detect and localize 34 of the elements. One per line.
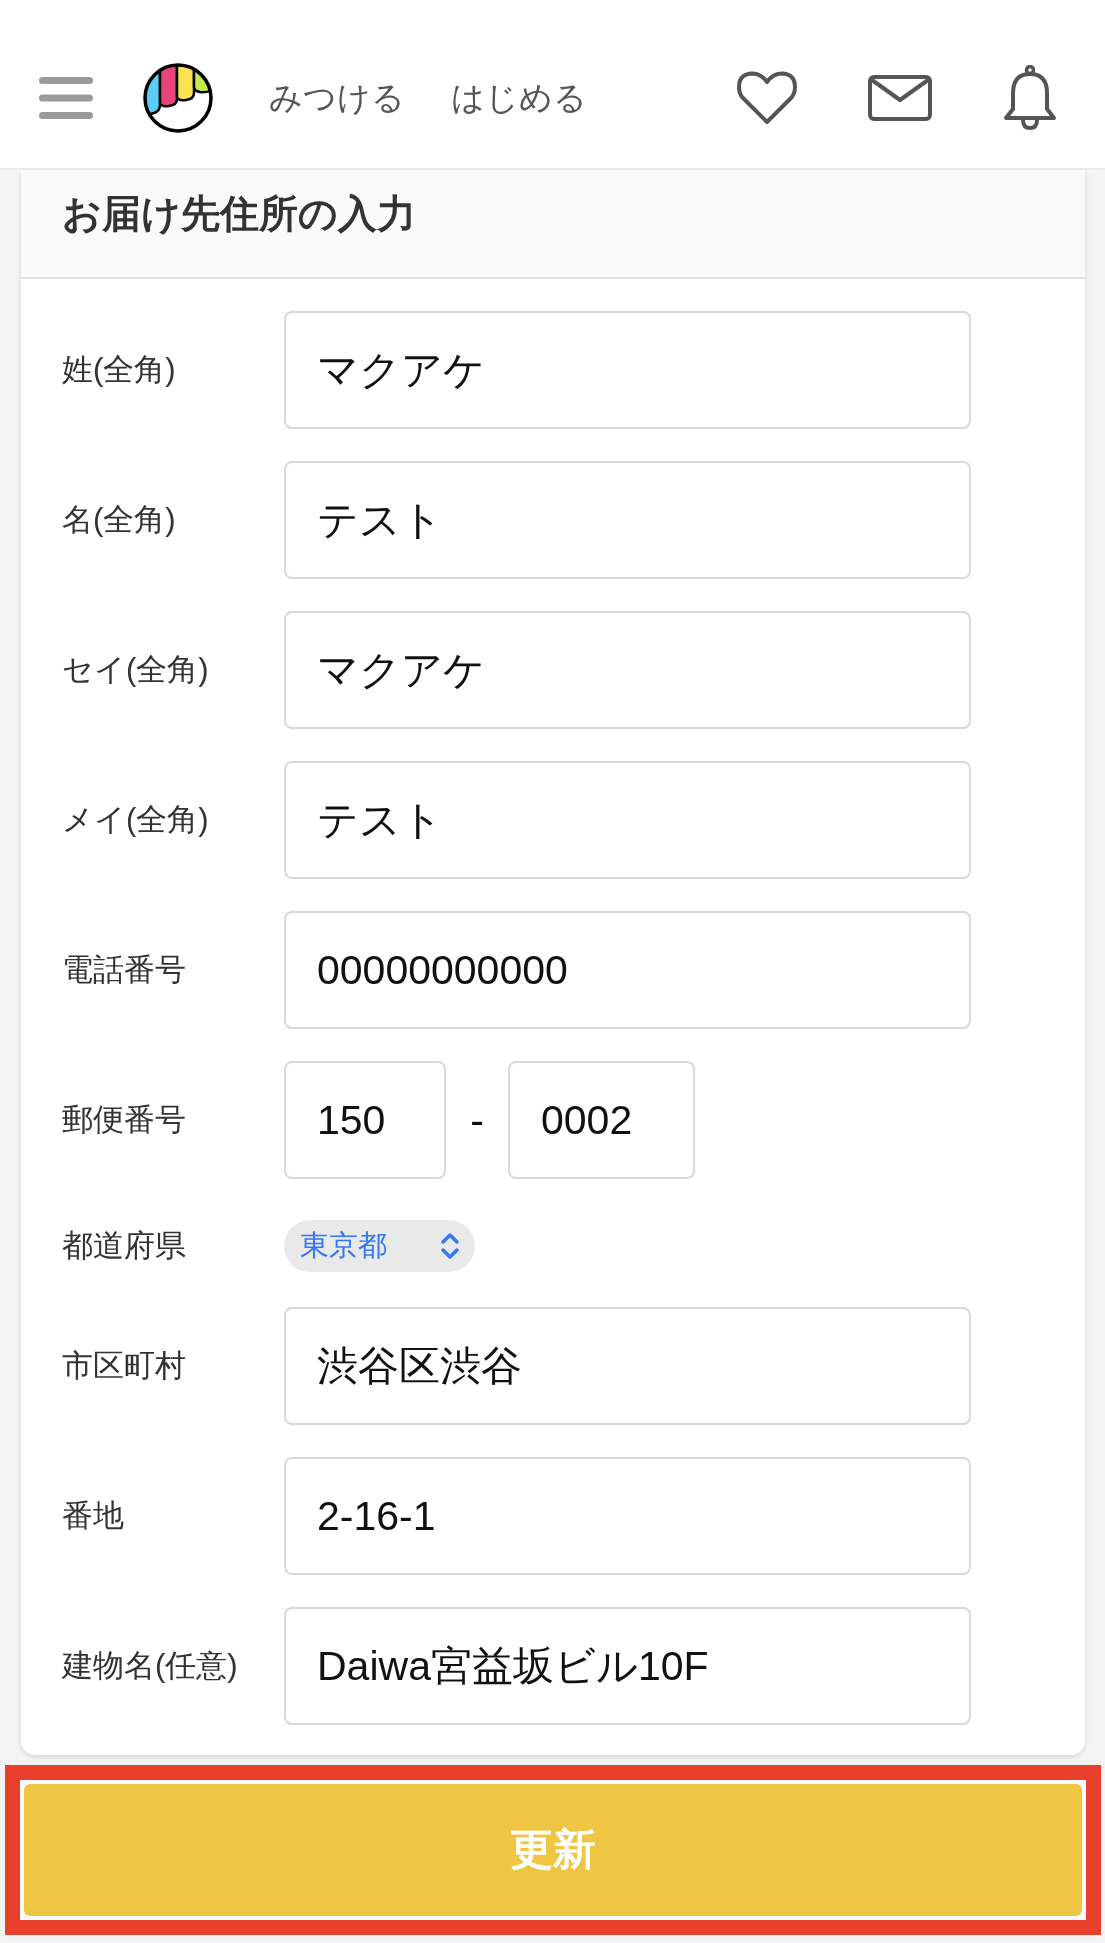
field-label: 都道府県	[62, 1227, 187, 1265]
logo-icon[interactable]	[143, 63, 213, 133]
input-field[interactable]: マクアケ	[284, 611, 971, 729]
input-field[interactable]: 00000000000	[284, 911, 971, 1029]
card-title: お届け先住所の入力	[62, 190, 416, 237]
chevron-up-down-icon	[440, 1232, 460, 1260]
nav-link[interactable]: はじめる	[451, 75, 587, 121]
menu-icon	[39, 77, 93, 119]
messages-button[interactable]	[868, 75, 932, 121]
field-label: セイ(全角)	[62, 651, 210, 689]
postal-code-field[interactable]: 0002	[508, 1061, 695, 1179]
input-field[interactable]: Daiwa宮益坂ビル10F	[284, 1607, 971, 1725]
input-field[interactable]: テスト	[284, 461, 971, 579]
field-label: 姓(全角)	[62, 351, 177, 389]
envelope-icon	[868, 75, 932, 121]
input-field[interactable]: マクアケ	[284, 311, 971, 429]
field-label: 建物名(任意)	[62, 1647, 239, 1685]
postal-separator: -	[469, 1096, 485, 1144]
field-label: 郵便番号	[62, 1101, 187, 1139]
menu-button[interactable]	[39, 77, 93, 119]
field-label: 市区町村	[62, 1347, 187, 1385]
input-field[interactable]: テスト	[284, 761, 971, 879]
input-field[interactable]: 2-16-1	[284, 1457, 971, 1575]
nav-link[interactable]: みつける	[269, 75, 405, 121]
notifications-button[interactable]	[1003, 65, 1057, 131]
bell-icon	[1003, 65, 1057, 131]
field-label: 名(全角)	[62, 501, 177, 539]
heart-icon	[737, 71, 797, 125]
field-label: 電話番号	[62, 951, 187, 989]
postal-code-field[interactable]: 150	[284, 1061, 446, 1179]
field-label: 番地	[62, 1497, 125, 1535]
favorites-button[interactable]	[737, 71, 797, 125]
field-label: メイ(全角)	[62, 801, 210, 839]
input-field[interactable]: 渋谷区渋谷	[284, 1307, 971, 1425]
